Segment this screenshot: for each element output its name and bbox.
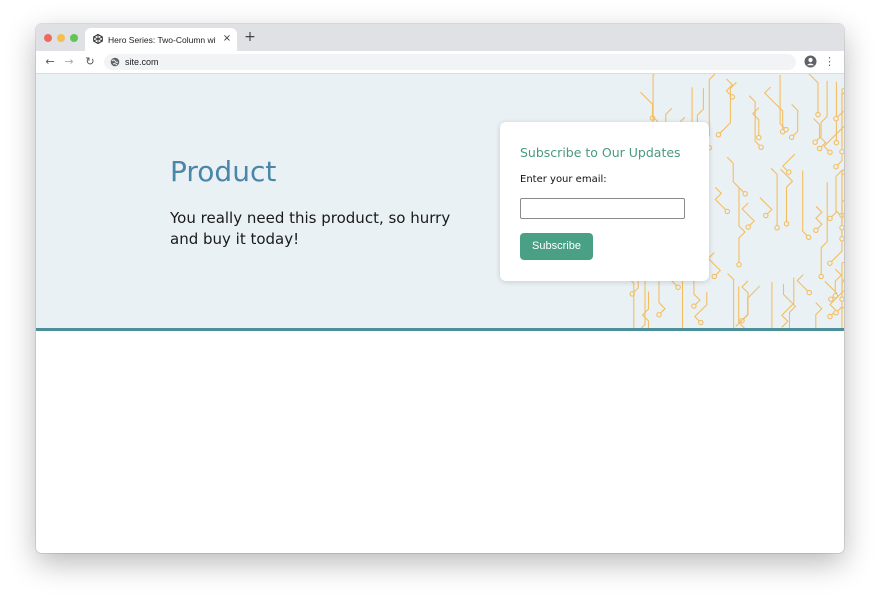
url-text: site.com: [125, 57, 159, 67]
circuit-node: [833, 139, 840, 146]
circuit-node: [827, 149, 833, 156]
circuit-node: [839, 224, 844, 231]
hero-subtitle: You really need this product, so hurry a…: [170, 209, 451, 248]
circuit-node: [763, 212, 769, 219]
circuit-trace: [835, 88, 844, 120]
browser-tab[interactable]: Hero Series: Two-Column with ×: [85, 28, 237, 51]
circuit-trace: [726, 156, 746, 195]
tab-bar: Hero Series: Two-Column with × +: [36, 24, 844, 51]
forward-arrow-icon[interactable]: →: [62, 55, 76, 69]
circuit-node: [691, 303, 697, 309]
circuit-node: [783, 221, 790, 227]
browser-window: Hero Series: Two-Column with × + ← → ↻ s…: [36, 24, 844, 553]
site-info-icon[interactable]: [110, 57, 120, 67]
circuit-node: [788, 134, 795, 141]
circuit-node: [756, 134, 762, 141]
circuit-trace: [658, 281, 666, 316]
circuit-trace: [841, 261, 844, 300]
email-input[interactable]: [520, 198, 685, 219]
circuit-node: [833, 163, 839, 170]
circuit-trace: [834, 268, 843, 296]
circuit-node: [828, 296, 834, 302]
circuit-trace: [835, 278, 844, 314]
circuit-trace: [741, 202, 755, 228]
hero-section: Product You really need this product, so…: [36, 74, 844, 331]
circuit-node: [786, 169, 792, 175]
tab-title: Hero Series: Two-Column with: [108, 35, 216, 45]
circuit-node: [833, 115, 839, 122]
circuit-trace: [714, 187, 728, 212]
circuit-node: [783, 126, 789, 133]
browser-toolbar: ← → ↻ site.com ⋮: [36, 51, 844, 74]
close-window-button[interactable]: [44, 34, 52, 42]
circuit-node: [805, 234, 812, 241]
circuit-trace: [791, 104, 799, 138]
circuit-trace: [820, 182, 828, 277]
circuit-node: [818, 273, 824, 280]
circuit-trace: [815, 302, 823, 328]
circuit-trace: [771, 282, 773, 328]
hero-title: Product: [170, 155, 277, 188]
circuit-node: [839, 296, 844, 302]
circuit-node: [812, 139, 818, 145]
circuit-trace: [808, 74, 819, 115]
circuit-node: [745, 224, 751, 230]
new-tab-button[interactable]: +: [243, 30, 257, 44]
subscribe-button[interactable]: Subscribe: [520, 233, 593, 260]
circuit-node: [711, 273, 718, 280]
circuit-trace: [738, 188, 746, 265]
circuit-trace: [707, 252, 722, 277]
circuit-trace: [752, 107, 760, 138]
circuit-trace: [727, 273, 735, 328]
circuit-node: [742, 191, 748, 197]
circuit-node: [813, 227, 819, 234]
circuit-trace: [802, 170, 810, 238]
circuit-trace: [640, 91, 654, 119]
email-label: Enter your email:: [520, 174, 607, 185]
account-circle-icon[interactable]: [804, 55, 817, 68]
maximize-window-button[interactable]: [70, 34, 78, 42]
circuit-node: [675, 284, 681, 291]
circuit-node: [715, 132, 722, 138]
circuit-node: [736, 261, 742, 268]
circuit-node: [724, 208, 731, 215]
favicon-icon: [93, 33, 103, 45]
circuit-trace: [815, 205, 823, 231]
reload-icon[interactable]: ↻: [83, 55, 97, 69]
circuit-node: [827, 215, 833, 222]
circuit-node: [774, 225, 780, 231]
page-viewport: Product You really need this product, so…: [36, 74, 844, 553]
more-menu-icon[interactable]: ⋮: [824, 55, 835, 68]
circuit-trace: [814, 80, 828, 143]
circuit-node: [833, 310, 839, 316]
subscribe-card: Subscribe to Our Updates Enter your emai…: [500, 122, 709, 281]
circuit-trace: [770, 167, 778, 228]
subscribe-title: Subscribe to Our Updates: [520, 145, 681, 160]
circuit-node: [816, 145, 823, 152]
circuit-node: [758, 144, 764, 150]
back-arrow-icon[interactable]: ←: [43, 55, 57, 69]
circuit-node: [827, 313, 833, 320]
minimize-window-button[interactable]: [57, 34, 65, 42]
circuit-node: [827, 260, 833, 266]
circuit-trace: [780, 168, 794, 224]
circuit-node: [656, 311, 662, 318]
address-bar[interactable]: site.com: [104, 54, 796, 70]
circuit-node: [839, 148, 844, 155]
circuit-node: [806, 289, 813, 296]
close-tab-icon[interactable]: ×: [221, 33, 233, 45]
circuit-node: [698, 319, 704, 326]
circuit-node: [815, 111, 821, 118]
circuit-trace: [796, 274, 810, 293]
circuit-node: [839, 236, 844, 242]
